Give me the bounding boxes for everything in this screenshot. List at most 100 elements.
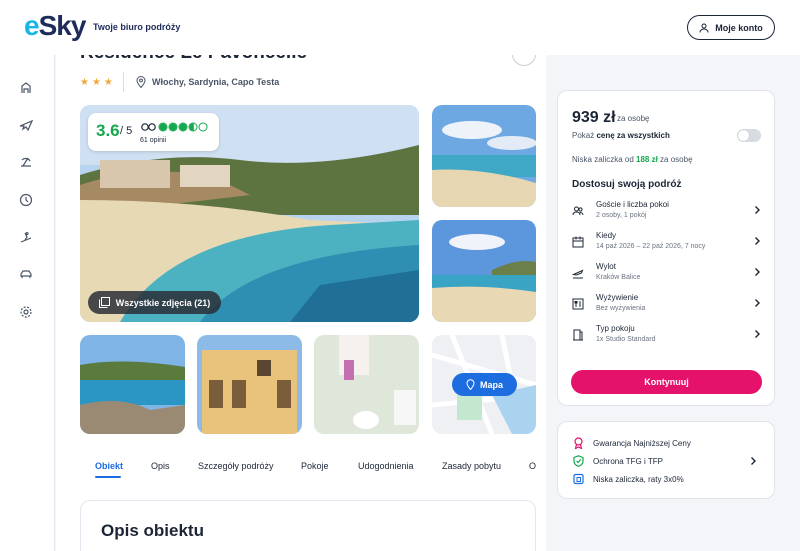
trust-label: Niska zaliczka, raty 3x0% (593, 474, 684, 484)
trust-label: Ochrona TFG i TFP (593, 456, 663, 466)
photo-bathroom[interactable] (314, 335, 419, 434)
deposit-amount: 188 zł (636, 155, 658, 164)
rating-out-of: / 5 (120, 125, 133, 137)
option-value: 1x Studio Standard (596, 336, 656, 343)
price-toggle-label: Pokaż cenę za wszystkich (572, 131, 670, 140)
customize-title: Dostosuj swoją podróż (572, 179, 682, 190)
bathroom-photo (314, 335, 419, 434)
option-departure[interactable]: Wylot Kraków Balice (572, 261, 762, 287)
hotel-location[interactable]: Włochy, Sardynia, Capo Testa (136, 76, 279, 88)
clock-icon[interactable] (19, 193, 33, 207)
option-value: 2 osoby, 1 pokój (596, 212, 647, 219)
chevron-right-icon (755, 268, 760, 276)
rocks-photo (80, 335, 185, 434)
rating-bubble (198, 122, 208, 132)
esky-logo[interactable]: eSky (24, 10, 86, 42)
trust-card[interactable]: Gwarancja Najniższej Ceny Ochrona TFG i … (557, 421, 775, 499)
price-per-person: za osobę (617, 114, 650, 123)
option-title: Wylot (596, 262, 616, 271)
tripadvisor-owl-icon (141, 123, 156, 131)
chevron-right-icon (755, 330, 760, 338)
deposit-info: Niska zaliczka od 188 zł za osobę (572, 155, 693, 164)
location-text: Włochy, Sardynia, Capo Testa (152, 77, 280, 87)
tab-udogodnienia[interactable]: Udogodnienia (358, 461, 414, 471)
meal-icon (572, 298, 584, 310)
tab-zasady-pobytu[interactable]: Zasady pobytu (442, 461, 501, 471)
rating-card[interactable]: 3.6 / 5 61 opinii (88, 113, 219, 151)
tab-szczegoly-podrozy[interactable]: Szczegóły podróży (198, 461, 274, 471)
my-account-label: Moje konto (715, 22, 763, 33)
hotel-icon[interactable] (19, 81, 33, 95)
photo-building[interactable] (197, 335, 302, 434)
my-account-button[interactable]: Moje konto (687, 15, 775, 40)
price-for-all-toggle[interactable] (737, 129, 761, 142)
map-label: Mapa (479, 379, 503, 390)
option-room-type[interactable]: Typ pokoju 1x Studio Standard (572, 323, 762, 349)
chevron-right-icon (751, 457, 756, 465)
plane-icon[interactable] (19, 118, 33, 132)
beach-photo-3 (432, 220, 536, 322)
hotel-stars: ★★★ (80, 77, 116, 88)
ski-icon[interactable] (19, 230, 33, 244)
building-photo (197, 335, 302, 434)
option-title: Goście i liczba pokoi (596, 200, 669, 209)
gallery-icon (98, 297, 110, 308)
photo-beach-3[interactable] (432, 220, 536, 322)
booking-card: 939 zł za osobę Pokaż cenę za wszystkich… (557, 90, 775, 406)
logo-text: eSky (24, 10, 86, 41)
left-sidebar (0, 55, 55, 551)
photo-beach-2[interactable] (432, 105, 536, 207)
all-photos-label: Wszystkie zdjęcia (21) (115, 297, 211, 308)
chevron-right-icon (755, 237, 760, 245)
user-icon (699, 23, 709, 33)
deposit-prefix: Niska zaliczka od (572, 155, 637, 164)
price: 939 zł (572, 109, 616, 126)
tab-pokoje[interactable]: Pokoje (301, 461, 329, 471)
map-button[interactable]: Mapa (452, 373, 517, 396)
award-icon (574, 437, 583, 449)
toggle-label-prefix: Pokaż (572, 131, 597, 140)
trust-label: Gwarancja Najniższej Ceny (593, 438, 691, 448)
option-guests[interactable]: Goście i liczba pokoi 2 osoby, 1 pokój (572, 199, 762, 225)
trust-item-installments: Niska zaliczka, raty 3x0% (573, 473, 684, 485)
beach-icon[interactable] (19, 155, 33, 169)
active-tab-indicator (95, 476, 121, 478)
description-card: Opis obiektu (80, 500, 536, 551)
map-pin-icon (466, 379, 475, 390)
all-photos-button[interactable]: Wszystkie zdjęcia (21) (88, 291, 221, 314)
chevron-right-icon (755, 206, 760, 214)
divider (123, 72, 124, 92)
room-icon (573, 329, 583, 341)
chevron-right-icon (755, 299, 760, 307)
description-title: Opis obiektu (101, 521, 204, 540)
top-header: eSky Twoje biuro podróży Moje konto (0, 0, 800, 55)
calendar-icon (572, 236, 584, 248)
tab-opis[interactable]: Opis (151, 461, 170, 471)
trust-item-price-guarantee: Gwarancja Najniższej Ceny (573, 437, 691, 449)
settings-icon[interactable] (19, 305, 33, 319)
guests-icon (572, 206, 584, 216)
option-value: Kraków Balice (596, 274, 641, 281)
rating-count: 61 opinii (140, 137, 167, 144)
trust-item-tfg: Ochrona TFG i TFP (573, 455, 663, 467)
option-meals[interactable]: Wyżywienie Bez wyżywienia (572, 292, 762, 318)
option-title: Wyżywienie (596, 293, 639, 302)
toggle-label-bold: cenę za wszystkich (596, 131, 670, 140)
photo-rocks[interactable] (80, 335, 185, 434)
continue-button[interactable]: Kontynuuj (571, 370, 762, 394)
card-icon (573, 473, 584, 485)
option-title: Kiedy (596, 231, 617, 240)
option-value: Bez wyżywienia (596, 305, 646, 312)
shield-icon (573, 455, 584, 467)
car-icon[interactable] (19, 267, 33, 281)
option-value: 14 paź 2026 – 22 paź 2026, 7 nocy (596, 243, 706, 250)
deposit-suffix: za osobę (657, 155, 693, 164)
tagline: Twoje biuro podróży (93, 22, 181, 32)
tab-obiekt[interactable]: Obiekt (95, 461, 123, 471)
tripadvisor-bubbles (141, 122, 208, 132)
departure-icon (572, 269, 584, 279)
rating-score: 3.6 (96, 121, 120, 140)
option-dates[interactable]: Kiedy 14 paź 2026 – 22 paź 2026, 7 nocy (572, 230, 762, 256)
beach-photo-2 (432, 105, 536, 207)
tab-overflow[interactable]: Op (529, 461, 536, 471)
